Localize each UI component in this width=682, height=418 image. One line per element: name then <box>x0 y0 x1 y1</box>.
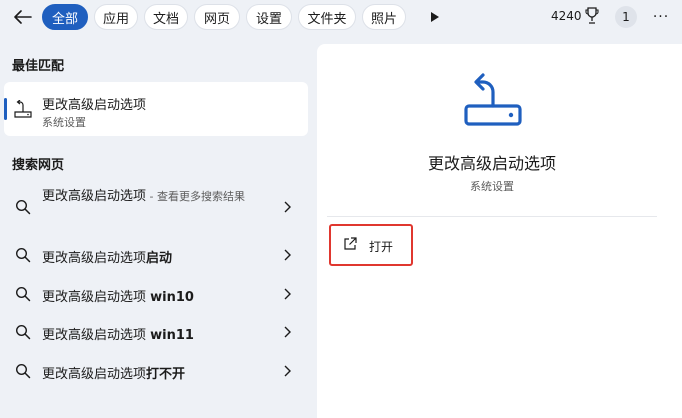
best-match-title: 更改高级启动选项 <box>42 98 147 113</box>
rewards-trophy-icon[interactable] <box>585 7 599 25</box>
selection-indicator <box>4 98 7 120</box>
open-button[interactable]: 打开 <box>329 224 413 266</box>
best-match-heading: 最佳匹配 <box>12 59 65 74</box>
web-result-label: 更改高级启动选项 - 查看更多搜索结果 <box>42 189 245 204</box>
open-external-icon <box>344 237 357 250</box>
chevron-right-icon <box>284 326 291 338</box>
settings-restore-icon <box>464 73 522 126</box>
search-icon <box>15 247 31 263</box>
settings-restore-icon <box>14 100 32 118</box>
search-icon <box>15 324 31 340</box>
chevron-right-icon <box>284 201 291 213</box>
web-result[interactable]: 更改高级启动选项 win11 <box>4 314 308 350</box>
web-search-heading: 搜索网页 <box>12 158 65 173</box>
result-detail-panel: 更改高级启动选项 系统设置 打开 <box>317 44 682 418</box>
ellipsis-icon: ··· <box>652 9 670 25</box>
tab-folders[interactable]: 文件夹 <box>298 4 356 30</box>
tab-settings[interactable]: 设置 <box>246 4 292 30</box>
play-icon <box>431 12 439 22</box>
rewards-points: 4240 <box>551 9 582 23</box>
search-icon <box>15 363 31 379</box>
chevron-right-icon <box>284 365 291 377</box>
divider <box>327 216 657 217</box>
more-options-button[interactable]: ··· <box>650 6 672 28</box>
web-result[interactable]: 更改高级启动选项启动 <box>4 237 308 273</box>
chevron-right-icon <box>284 249 291 261</box>
account-avatar[interactable]: 1 <box>615 6 637 28</box>
tab-apps[interactable]: 应用 <box>94 4 138 30</box>
web-result[interactable]: 更改高级启动选项 win10 <box>4 276 308 312</box>
tab-all[interactable]: 全部 <box>42 4 88 30</box>
web-result-label: 更改高级启动选项启动 <box>42 251 173 266</box>
best-match-subtitle: 系统设置 <box>42 116 86 129</box>
detail-subtitle: 系统设置 <box>470 180 514 193</box>
tab-web[interactable]: 网页 <box>194 4 240 30</box>
web-result-label: 更改高级启动选项 win11 <box>42 328 194 343</box>
detail-title: 更改高级启动选项 <box>427 154 556 173</box>
arrow-left-icon <box>14 10 32 24</box>
open-button-label: 打开 <box>369 240 394 254</box>
tab-documents[interactable]: 文档 <box>144 4 188 30</box>
back-button[interactable] <box>10 4 36 30</box>
chevron-right-icon <box>284 288 291 300</box>
search-icon <box>15 199 31 215</box>
web-result-label: 更改高级启动选项 win10 <box>42 290 194 305</box>
web-result[interactable]: 更改高级启动选项打不开 <box>4 353 308 389</box>
best-match-result[interactable]: 更改高级启动选项 系统设置 <box>4 82 308 136</box>
more-filters-button[interactable] <box>424 6 446 28</box>
tab-photos[interactable]: 照片 <box>362 4 406 30</box>
web-result-label: 更改高级启动选项打不开 <box>42 367 186 382</box>
search-filter-bar: 全部 应用 文档 网页 设置 文件夹 照片 4240 1 ··· <box>0 0 682 36</box>
search-icon <box>15 286 31 302</box>
web-result[interactable]: 更改高级启动选项 - 查看更多搜索结果 <box>4 186 308 232</box>
